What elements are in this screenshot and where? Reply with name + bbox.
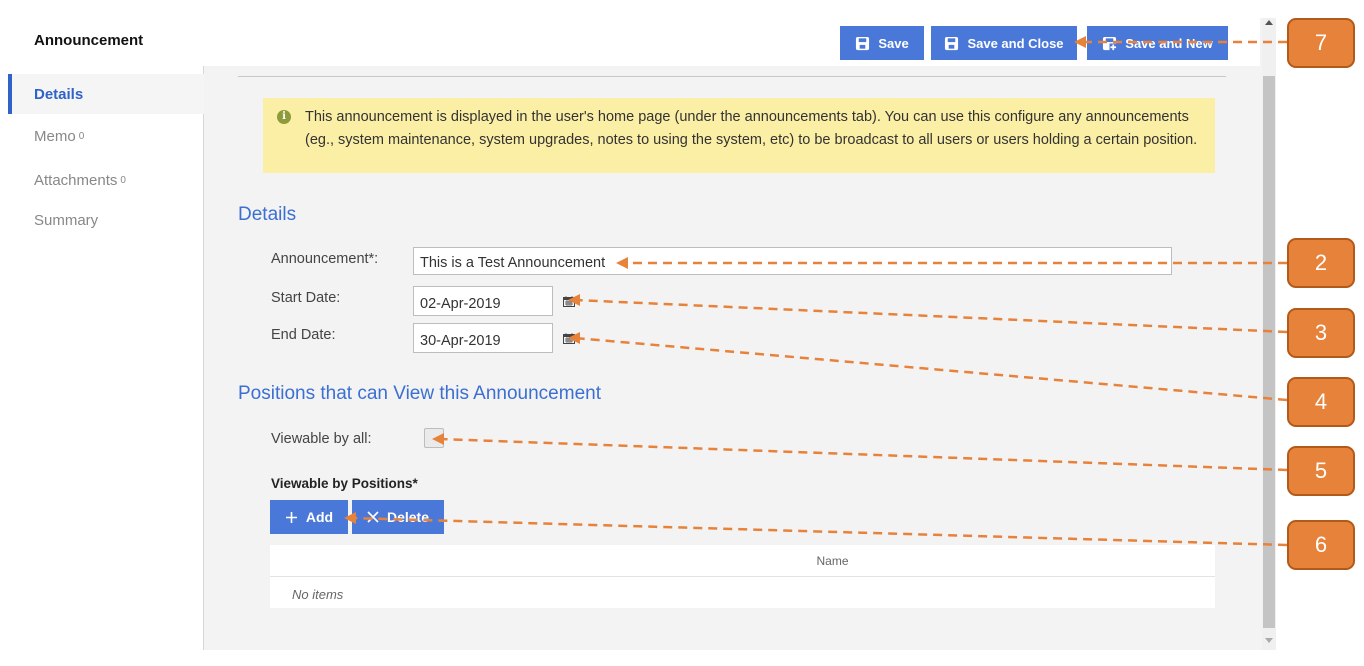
callout-2: 2 [1287,238,1355,288]
details-heading: Details [238,204,297,225]
info-banner: i This announcement is displayed in the … [263,98,1215,173]
save-label: Save [878,35,909,51]
info-text: This announcement is displayed in the us… [305,109,1198,148]
announcement-value: This is a Test Announcement [420,255,606,271]
positions-heading: Positions that can View this Announcemen… [238,383,601,404]
divider [238,76,1226,77]
announcement-window: Announcement Save Save and Close Save an… [8,18,1276,650]
sidebar-item-label: Summary [34,211,99,229]
scroll-down-icon[interactable] [1265,638,1273,643]
viewable-by-all-checkbox[interactable] [424,428,444,448]
header-bar: Announcement Save Save and Close Save an… [8,18,1260,66]
sidebar-item-summary[interactable]: Summary [8,200,204,240]
attachments-count: 0 [120,174,126,186]
memo-count: 0 [78,130,85,142]
announcement-input[interactable]: This is a Test Announcement [413,247,1172,275]
save-icon [856,36,870,50]
calendar-icon[interactable] [563,333,575,344]
sidebar-item-label: Attachments [34,171,118,189]
main-content: i This announcement is displayed in the … [205,66,1260,650]
scroll-up-icon[interactable] [1265,20,1273,25]
sidebar-item-details[interactable]: Details [8,74,204,114]
save-button[interactable]: Save [840,26,924,60]
callout-3: 3 [1287,308,1355,358]
grid-column-name[interactable]: Name [270,545,1215,577]
sidebar-item-label: Details [34,85,84,103]
save-and-new-button[interactable]: Save and New [1087,26,1228,60]
calendar-icon[interactable] [563,296,575,307]
start-date-label: Start Date: [271,290,341,306]
callout-6: 6 [1287,520,1355,570]
announcement-label: Announcement*: [271,251,379,267]
viewable-by-all-label: Viewable by all: [271,431,372,447]
callout-4: 4 [1287,377,1355,427]
save-and-new-label: Save and New [1125,35,1213,51]
save-new-icon [1103,36,1118,51]
start-date-input[interactable]: 02-Apr-2019 [413,286,553,316]
save-icon [945,36,959,50]
sidebar: Details Memo 0 Attachments 0 Summary [8,66,204,650]
x-icon [367,511,379,523]
delete-button[interactable]: Delete [352,500,444,534]
sidebar-item-label: Memo [34,127,76,145]
start-date-value: 02-Apr-2019 [420,296,501,312]
callout-5: 5 [1287,446,1355,496]
positions-grid: Name No items [270,545,1215,608]
sidebar-item-memo[interactable]: Memo 0 [8,116,204,156]
viewable-by-positions-label: Viewable by Positions* [271,476,418,491]
end-date-value: 30-Apr-2019 [420,333,501,349]
sidebar-item-attachments[interactable]: Attachments 0 [8,160,204,200]
plus-icon [285,511,297,523]
callout-7: 7 [1287,18,1355,68]
save-and-close-button[interactable]: Save and Close [931,26,1077,60]
delete-label: Delete [386,509,430,525]
add-label: Add [305,509,334,525]
end-date-label: End Date: [271,327,336,343]
grid-empty-message: No items [292,587,344,602]
add-button[interactable]: Add [270,500,348,534]
info-icon: i [277,110,291,124]
end-date-input[interactable]: 30-Apr-2019 [413,323,553,353]
save-and-close-label: Save and Close [967,35,1064,51]
scrollbar-thumb[interactable] [1263,76,1275,628]
page-title: Announcement [34,32,144,49]
